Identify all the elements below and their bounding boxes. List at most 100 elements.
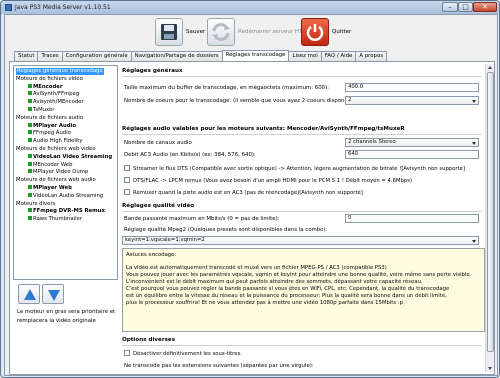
tree-node[interactable]: Raws Thumbnailer — [28, 216, 82, 223]
divider — [122, 345, 482, 346]
engine-status-icon — [28, 153, 32, 158]
title-bar[interactable]: Java PS3 Media Server v1.10.51 – □ ✕ — [1, 1, 499, 14]
tip-line: La vidéo est automatiquement transcodé e… — [126, 265, 387, 271]
restart-http-server-button[interactable]: Redémarrer serveur HTTP — [207, 18, 313, 46]
lpcm-checkbox[interactable]: DTS/FLAC -> LPCM remux (Vous avez besoin… — [124, 177, 412, 184]
tab-4[interactable]: Réglages transcodage — [221, 50, 290, 61]
engine-status-icon — [28, 122, 32, 127]
max-bandwidth-input[interactable]: 0 — [345, 214, 479, 223]
save-icon — [155, 18, 183, 46]
tree-node[interactable]: Réglages généraux transcodage — [16, 68, 104, 75]
tree-node-label: Moteurs de fichiers audio — [16, 114, 84, 121]
tree-node[interactable]: TsMuxer — [28, 107, 54, 114]
tree-node[interactable]: Audio High Fidelity — [28, 138, 83, 145]
tree-node-label: FFmpeg DVR-MS Remux — [33, 208, 105, 215]
tree-node-label: Moteurs de fichiers web audio — [16, 177, 96, 184]
settings-form: Réglages généraux Taille maximum du buff… — [121, 65, 491, 373]
audio-channels-value: 2 channels Stereo — [348, 139, 396, 145]
move-down-button[interactable] — [42, 284, 64, 304]
quit-label: Quitter — [332, 29, 352, 35]
close-button[interactable]: ✕ — [473, 2, 497, 12]
divider — [122, 76, 482, 77]
tips-heading: Astuces encodage: — [126, 252, 177, 258]
remux-label: Remuxer quand la piste audio est en AC3 … — [133, 190, 363, 196]
scroll-down-icon[interactable] — [488, 367, 492, 370]
encoding-tips-box: Astuces encodage: La vidéo est automatiqu… — [122, 248, 485, 332]
tree-node-label: AviSynth/FFmpeg — [33, 91, 80, 98]
checkbox-box[interactable] — [124, 165, 130, 171]
tree-node[interactable]: AviSynth/FFmpeg — [28, 91, 79, 98]
mpeg2-quality-dropdown[interactable]: keyint=1:vqscale=1:vqmin=2 — [122, 236, 479, 245]
tree-node-label: Raws Thumbnailer — [33, 216, 83, 223]
tab-1[interactable]: Traces — [37, 51, 63, 61]
engine-status-icon — [28, 99, 32, 104]
lpcm-label: DTS/FLAC -> LPCM remux (Vous avez besoin… — [133, 178, 413, 184]
tree-node[interactable]: MPlayer Video Dump — [28, 169, 88, 176]
engine-status-icon — [28, 83, 32, 88]
engine-status-icon — [28, 161, 32, 166]
application-window: Java PS3 Media Server v1.10.51 – □ ✕ Sau… — [0, 0, 500, 378]
dts-checkbox[interactable]: Streamer le flux DTS (Compatible avec so… — [124, 165, 465, 172]
tree-node[interactable]: VideoLan Audio Streaming — [28, 192, 104, 200]
tab-0[interactable]: Statut — [14, 51, 39, 61]
checkbox-box[interactable] — [124, 350, 130, 356]
up-arrow-icon — [24, 289, 36, 300]
maximize-button[interactable]: □ — [458, 2, 473, 12]
bandwidth-label: Bande passante maximum en Mbits/s (0 = p… — [124, 216, 280, 222]
skip-extensions-label: Ne transcode pas les extensions suivante… — [124, 363, 314, 369]
engine-status-icon — [28, 192, 32, 197]
tree-node-label: Audio High Fidelity — [33, 138, 83, 145]
tip-line: L'inconvénient est le débit maximum qui … — [126, 279, 423, 285]
priority-note: Le moteur en gras sera prioritaire et re… — [17, 309, 116, 324]
checkbox-box[interactable] — [124, 177, 130, 183]
vertical-scrollbar[interactable] — [485, 64, 494, 372]
audio-channels-dropdown[interactable]: 2 channels Stereo — [345, 138, 479, 147]
audio-section-title: Réglages audio valables pour les moteurs… — [122, 126, 405, 132]
chevron-down-icon — [472, 142, 476, 145]
tab-6[interactable]: FAQ / Aide — [320, 51, 357, 61]
minimize-button[interactable]: – — [442, 2, 458, 12]
toolbar: Sauver Redémarrer serveur HTTP Quitter — [5, 15, 497, 49]
tree-node-label: FFmpeg Audio — [33, 130, 71, 137]
tree-node[interactable]: Moteurs de fichiers web vidéo — [16, 146, 96, 153]
tree-node[interactable]: Moteurs de fichiers web audio — [16, 177, 96, 184]
chevron-down-icon — [472, 100, 476, 103]
tree-node[interactable]: Moteurs divers — [16, 201, 55, 208]
move-up-button[interactable] — [18, 284, 40, 304]
tab-5[interactable]: Lisez moi — [288, 51, 322, 61]
tree-node-label: VideoLan Audio Streaming — [33, 192, 104, 199]
tree-node-label: MEncoder Web — [33, 161, 73, 168]
channels-label: Nombre de canaux audio — [124, 140, 192, 146]
scroll-up-icon[interactable] — [488, 66, 492, 69]
engine-tree[interactable]: Réglages généraux transcodage Moteurs de … — [13, 65, 118, 280]
remux-ac3-checkbox[interactable]: Remuxer quand la piste audio est en AC3 … — [124, 189, 363, 196]
tree-node[interactable]: Moteurs de fichiers vidéo — [16, 76, 83, 83]
cores-dropdown[interactable]: 2 — [345, 96, 479, 105]
mpeg2-quality-label: Réglage qualité Mpeg2 (Quelques presets … — [124, 227, 328, 233]
tree-node[interactable]: Avisynth/MEncoder — [28, 99, 84, 106]
quit-button[interactable]: Quitter — [301, 18, 371, 46]
down-arrow-icon — [48, 290, 60, 301]
checkbox-box[interactable] — [124, 189, 130, 195]
buffer-size-input[interactable]: 400.0 — [345, 83, 479, 92]
tree-node[interactable]: FFmpeg DVR-MS Remux — [28, 208, 105, 215]
tree-node[interactable]: MPlayer Audio — [28, 122, 76, 130]
tab-2[interactable]: Configuration générale — [61, 51, 132, 61]
engine-status-icon — [28, 216, 32, 221]
tab-7[interactable]: A propos — [355, 51, 388, 61]
tree-node[interactable]: MEncoder — [28, 83, 62, 91]
restart-label: Redémarrer serveur HTTP — [238, 29, 309, 35]
disable-subtitles-checkbox[interactable]: Désactiver définitivement les sous-titre… — [124, 350, 242, 357]
tree-node[interactable]: FFmpeg Audio — [28, 130, 71, 137]
tree-node-label: TsMuxer — [33, 107, 55, 113]
tip-line: Vous pouvez jouer avec les paramètres vq… — [126, 272, 472, 278]
tree-node[interactable]: MPlayer Web — [28, 185, 72, 192]
scrollbar-thumb[interactable] — [487, 72, 494, 352]
tree-node[interactable]: MEncoder Web — [28, 161, 73, 169]
divider — [122, 211, 482, 212]
engine-status-icon — [28, 208, 32, 213]
tab-3[interactable]: Navigation/Partage de dossiers — [130, 51, 223, 61]
ac3-bitrate-input[interactable]: 640 — [345, 150, 479, 159]
tree-node[interactable]: VideoLan Video Streaming — [28, 153, 112, 161]
tree-node[interactable]: Moteurs de fichiers audio — [16, 115, 83, 122]
